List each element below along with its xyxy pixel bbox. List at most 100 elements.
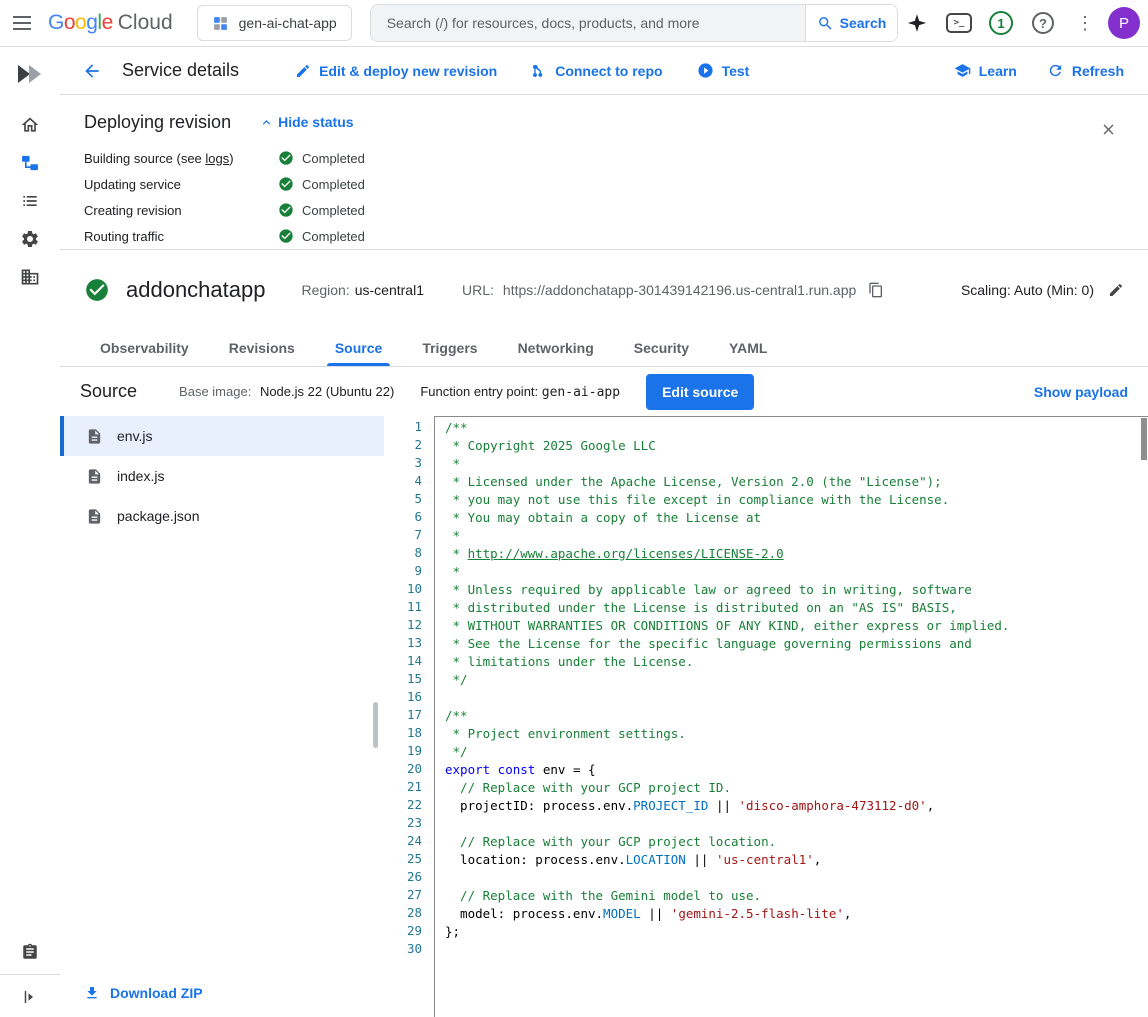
- account-avatar[interactable]: P: [1108, 7, 1140, 39]
- code-token: *: [445, 456, 460, 471]
- edit-source-button[interactable]: Edit source: [646, 374, 754, 410]
- tab-observability[interactable]: Observability: [80, 329, 209, 366]
- help-button[interactable]: ?: [1024, 1, 1062, 45]
- line-number: 12: [384, 616, 422, 634]
- code-line: * http://www.apache.org/licenses/LICENSE…: [445, 545, 1148, 563]
- line-number: 14: [384, 652, 422, 670]
- close-status-button[interactable]: [1086, 107, 1130, 151]
- code-token: MODEL: [603, 906, 641, 921]
- source-body: env.js index.js package.json Download ZI…: [60, 416, 1148, 1017]
- search-input-area[interactable]: [371, 5, 805, 41]
- code-token: * Copyright 2025 Google LLC: [445, 438, 656, 453]
- line-number: 19: [384, 742, 422, 760]
- line-number: 3: [384, 454, 422, 472]
- rail-divider: [0, 974, 60, 975]
- tab-label: Triggers: [422, 340, 477, 356]
- hamburger-menu-icon[interactable]: [0, 1, 44, 45]
- code-token: ||: [708, 798, 738, 813]
- edit-deploy-button[interactable]: Edit & deploy new revision: [295, 63, 497, 79]
- service-header: addonchatapp Region: us-central1 URL: ht…: [60, 250, 1148, 329]
- hide-status-toggle[interactable]: Hide status: [259, 114, 353, 130]
- cloud-shell-button[interactable]: >_: [940, 1, 978, 45]
- download-zip-button[interactable]: Download ZIP: [84, 985, 203, 1001]
- hide-status-label: Hide status: [278, 114, 353, 130]
- line-number: 17: [384, 706, 422, 724]
- tab-networking[interactable]: Networking: [498, 329, 614, 366]
- code-token: *: [445, 564, 460, 579]
- main-content: Deploying revision Hide status Building …: [60, 95, 1148, 1017]
- code-line: *: [445, 455, 1148, 473]
- copy-url-button[interactable]: [868, 282, 884, 298]
- code-line: export const env = {: [445, 761, 1148, 779]
- service-url: URL: https://addonchatapp-301439142196.u…: [462, 282, 884, 298]
- line-number: 24: [384, 832, 422, 850]
- tab-triggers[interactable]: Triggers: [402, 329, 497, 366]
- tab-source[interactable]: Source: [315, 329, 402, 366]
- file-list-item[interactable]: index.js: [60, 456, 384, 496]
- file-list-item[interactable]: env.js: [60, 416, 384, 456]
- code-token: ,: [927, 798, 935, 813]
- code-token: * WITHOUT WARRANTIES OR CONDITIONS OF AN…: [445, 618, 1009, 633]
- code-editor[interactable]: 1234567891011121314151617181920212223242…: [384, 416, 1148, 1017]
- rail-item-services[interactable]: [10, 151, 50, 175]
- rail-item-jobs[interactable]: [10, 189, 50, 213]
- status-label: Updating service: [84, 177, 278, 192]
- rail-item-home[interactable]: [10, 113, 50, 137]
- file-panel-scrollbar[interactable]: [373, 702, 378, 748]
- file-name: index.js: [117, 468, 164, 484]
- refresh-button[interactable]: Refresh: [1047, 62, 1124, 79]
- gemini-sparkle-icon: [907, 13, 927, 33]
- code-line: *: [445, 527, 1148, 545]
- status-label-text: Routing traffic: [84, 229, 164, 244]
- notification-badge: 1: [989, 11, 1013, 35]
- editor-code[interactable]: /** * Copyright 2025 Google LLC * * Lice…: [434, 416, 1148, 1017]
- entry-point-label: Function entry point:: [420, 384, 538, 399]
- line-number: 22: [384, 796, 422, 814]
- logo-letter: G: [48, 11, 64, 34]
- tab-revisions[interactable]: Revisions: [209, 329, 315, 366]
- search-button[interactable]: Search: [805, 5, 897, 41]
- back-button[interactable]: [70, 49, 114, 93]
- learn-button[interactable]: Learn: [954, 62, 1017, 79]
- logo-letter: g: [86, 11, 97, 34]
- cloud-shell-icon: >_: [946, 13, 972, 33]
- entry-point: Function entry point: gen-ai-app: [420, 384, 620, 400]
- google-cloud-logo[interactable]: Google Cloud: [48, 11, 173, 35]
- tab-security[interactable]: Security: [614, 329, 709, 366]
- file-list-item[interactable]: package.json: [60, 496, 384, 536]
- more-options-button[interactable]: ⋮: [1066, 1, 1104, 45]
- cloud-run-logo[interactable]: [16, 57, 44, 91]
- search-input[interactable]: [385, 14, 791, 32]
- logo-letter: o: [75, 11, 86, 34]
- code-token: export const: [445, 762, 535, 777]
- rail-item-release-notes[interactable]: [10, 940, 50, 964]
- refresh-label: Refresh: [1072, 63, 1124, 79]
- connect-repo-button[interactable]: Connect to repo: [531, 63, 662, 79]
- rail-item-domains[interactable]: [10, 265, 50, 289]
- play-icon: [697, 62, 714, 79]
- test-button[interactable]: Test: [697, 62, 750, 79]
- edit-pencil-icon: [1108, 282, 1124, 298]
- logo-letter: e: [102, 11, 113, 34]
- rail-expand-button[interactable]: [10, 985, 50, 1009]
- line-number: 18: [384, 724, 422, 742]
- entry-point-value: gen-ai-app: [542, 385, 620, 400]
- rail-item-integrations[interactable]: [10, 227, 50, 251]
- code-token: */: [445, 672, 468, 687]
- code-token: * Licensed under the Apache License, Ver…: [445, 474, 942, 489]
- code-line: * limitations under the License.: [445, 653, 1148, 671]
- show-payload-link[interactable]: Show payload: [1034, 384, 1128, 400]
- scaling-value: Scaling: Auto (Min: 0): [961, 282, 1094, 298]
- check-circle-icon: [278, 228, 294, 244]
- chevron-up-icon: [259, 115, 274, 130]
- project-picker[interactable]: gen-ai-chat-app: [197, 5, 352, 41]
- tab-yaml[interactable]: YAML: [709, 329, 787, 366]
- service-scaling: Scaling: Auto (Min: 0): [961, 282, 1124, 298]
- notifications-button[interactable]: 1: [982, 1, 1020, 45]
- logs-link[interactable]: logs: [205, 151, 229, 166]
- code-line: * you may not use this file except in co…: [445, 491, 1148, 509]
- gemini-button[interactable]: [898, 1, 936, 45]
- edit-scaling-button[interactable]: [1108, 282, 1124, 298]
- code-line: * Licensed under the Apache License, Ver…: [445, 473, 1148, 491]
- editor-scrollbar[interactable]: [1141, 418, 1147, 460]
